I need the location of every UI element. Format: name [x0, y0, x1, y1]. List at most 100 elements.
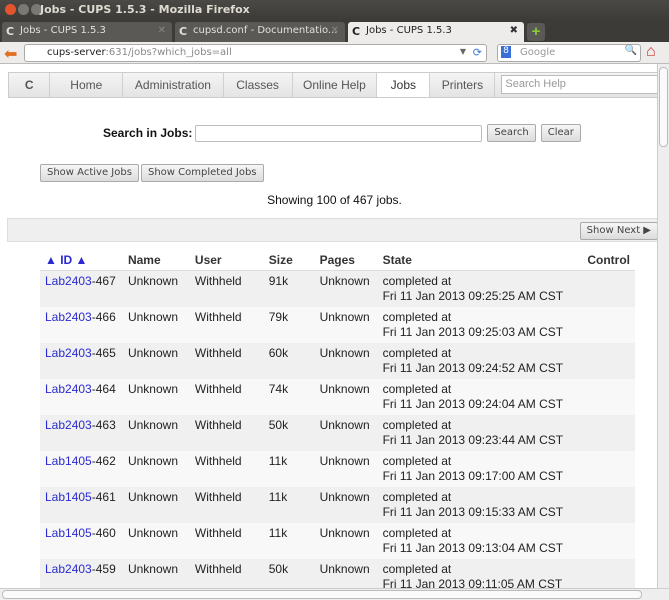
- job-user: Withheld: [189, 487, 264, 523]
- job-state: completed at Fri 11 Jan 2013 09:13:04 AM …: [377, 523, 583, 559]
- column-pages: Pages: [314, 251, 378, 271]
- nav-home[interactable]: Home: [50, 73, 124, 97]
- home-icon[interactable]: ⌂: [646, 43, 656, 61]
- nav-online-help[interactable]: Online Help: [293, 73, 378, 97]
- printer-link[interactable]: Lab2403: [45, 274, 92, 288]
- job-control: [582, 523, 635, 559]
- job-pages: Unknown: [314, 487, 378, 523]
- job-name: Unknown: [122, 523, 190, 559]
- state-time: Fri 11 Jan 2013 09:13:04 AM CST: [382, 541, 564, 555]
- state-text: completed at: [382, 274, 452, 288]
- job-user: Withheld: [189, 523, 264, 559]
- tab-label: cupsd.conf - Documentatio...: [193, 25, 338, 36]
- job-name: Unknown: [122, 451, 190, 487]
- job-id-cell: Lab2403-464: [40, 379, 123, 415]
- show-next-button[interactable]: Show Next ▶: [579, 222, 658, 240]
- column-size: Size: [263, 251, 315, 271]
- job-state: completed at Fri 11 Jan 2013 09:15:33 AM …: [377, 487, 583, 523]
- job-state: completed at Fri 11 Jan 2013 09:25:03 AM …: [377, 307, 583, 343]
- show-active-jobs-button[interactable]: Show Active Jobs: [40, 164, 139, 182]
- tab-strip: C Jobs - CUPS 1.5.3 ✕ Ccupsd.conf - Docume…: [0, 20, 669, 42]
- column-control: Control: [582, 251, 635, 271]
- printer-link[interactable]: Lab2403: [45, 562, 92, 576]
- job-number: -467: [91, 274, 116, 288]
- job-user: Withheld: [189, 343, 264, 379]
- close-window-button[interactable]: [5, 4, 16, 15]
- job-number: -461: [91, 490, 116, 504]
- close-tab-icon[interactable]: ✕: [158, 25, 166, 36]
- state-time: Fri 11 Jan 2013 09:24:52 AM CST: [382, 361, 564, 375]
- job-size: 60k: [263, 343, 315, 379]
- tab-jobs-active[interactable]: C Jobs - CUPS 1.5.3 ✖: [348, 22, 524, 42]
- vertical-scrollbar[interactable]: [657, 64, 669, 588]
- state-time: Fri 11 Jan 2013 09:23:44 AM CST: [382, 433, 564, 447]
- horizontal-scrollbar[interactable]: [0, 588, 669, 600]
- nav-administration[interactable]: Administration: [123, 73, 224, 97]
- job-name: Unknown: [122, 487, 190, 523]
- job-id-cell: Lab2403-467: [40, 270, 123, 307]
- printer-link[interactable]: Lab2403: [45, 346, 92, 360]
- job-number: -466: [91, 310, 116, 324]
- back-arrow-icon[interactable]: ⬅: [4, 44, 17, 64]
- search-label: Search in Jobs:: [103, 126, 193, 140]
- column-name: Name: [122, 251, 190, 271]
- job-id-cell: Lab2403-463: [40, 415, 123, 451]
- job-number: -460: [91, 526, 116, 540]
- job-state: completed at Fri 11 Jan 2013 09:17:00 AM …: [377, 451, 583, 487]
- tab-cupsd-conf[interactable]: Ccupsd.conf - Documentatio... ✕: [175, 22, 345, 42]
- nav-classes[interactable]: Classes: [224, 73, 293, 97]
- job-user: Withheld: [189, 307, 264, 343]
- job-size: 11k: [263, 451, 315, 487]
- job-state: completed at Fri 11 Jan 2013 09:25:25 AM …: [377, 270, 583, 307]
- reload-icon[interactable]: ⟳: [473, 46, 482, 59]
- cups-logo[interactable]: C: [9, 73, 51, 97]
- job-pages: Unknown: [314, 307, 378, 343]
- search-icon[interactable]: 🔍: [625, 45, 637, 56]
- job-pages: Unknown: [314, 270, 378, 307]
- table-row: Lab2403-466 Unknown Withheld 79k Unknown…: [40, 307, 635, 343]
- url-path: :631/jobs?which_jobs=all: [105, 47, 232, 58]
- nav-printers[interactable]: Printers: [430, 73, 496, 97]
- table-row: Lab1405-462 Unknown Withheld 11k Unknown…: [40, 451, 635, 487]
- search-placeholder: Google: [520, 47, 556, 58]
- table-row: Lab1405-461 Unknown Withheld 11k Unknown…: [40, 487, 635, 523]
- job-control: [582, 415, 635, 451]
- web-search-input[interactable]: 8 Google 🔍: [497, 44, 641, 62]
- new-tab-button[interactable]: +: [527, 23, 545, 41]
- job-id-cell: Lab1405-460: [40, 523, 123, 559]
- column-id[interactable]: ▲ ID ▲: [40, 251, 123, 271]
- help-search-input[interactable]: Search Help: [501, 75, 660, 94]
- cups-favicon-icon: C: [6, 25, 15, 38]
- printer-link[interactable]: Lab1405: [45, 490, 92, 504]
- printer-link[interactable]: Lab2403: [45, 382, 92, 396]
- printer-link[interactable]: Lab1405: [45, 454, 92, 468]
- tab-jobs-1[interactable]: C Jobs - CUPS 1.5.3 ✕: [2, 22, 172, 42]
- show-completed-jobs-button[interactable]: Show Completed Jobs: [141, 164, 264, 182]
- horizontal-scroll-thumb[interactable]: [2, 590, 642, 599]
- dropdown-icon[interactable]: ▼: [460, 47, 466, 56]
- job-search-input[interactable]: [195, 124, 483, 142]
- url-bar[interactable]: cups-server:631/jobs?which_jobs=all ▼ ⟳: [24, 44, 487, 62]
- navigation-toolbar: ⬅ cups-server:631/jobs?which_jobs=all ▼ ⟳ …: [0, 42, 669, 64]
- minimize-window-button[interactable]: [18, 4, 29, 15]
- job-size: 11k: [263, 487, 315, 523]
- search-button[interactable]: Search: [487, 124, 536, 142]
- close-tab-icon[interactable]: ✕: [331, 25, 339, 36]
- close-tab-icon[interactable]: ✖: [510, 25, 518, 36]
- job-control: [582, 270, 635, 307]
- clear-button[interactable]: Clear: [540, 124, 581, 142]
- vertical-scroll-thumb[interactable]: [659, 67, 668, 147]
- job-number: -465: [91, 346, 116, 360]
- printer-link[interactable]: Lab2403: [45, 310, 92, 324]
- nav-jobs[interactable]: Jobs: [377, 73, 431, 97]
- job-state: completed at Fri 11 Jan 2013 09:24:52 AM …: [377, 343, 583, 379]
- job-pages: Unknown: [314, 379, 378, 415]
- state-text: completed at: [382, 418, 452, 432]
- printer-link[interactable]: Lab1405: [45, 526, 92, 540]
- state-time: Fri 11 Jan 2013 09:25:25 AM CST: [382, 289, 564, 303]
- state-text: completed at: [382, 526, 452, 540]
- cups-nav: C Home Administration Classes Online Hel…: [8, 72, 660, 98]
- printer-link[interactable]: Lab2403: [45, 418, 92, 432]
- job-size: 79k: [263, 307, 315, 343]
- job-number: -459: [91, 562, 116, 576]
